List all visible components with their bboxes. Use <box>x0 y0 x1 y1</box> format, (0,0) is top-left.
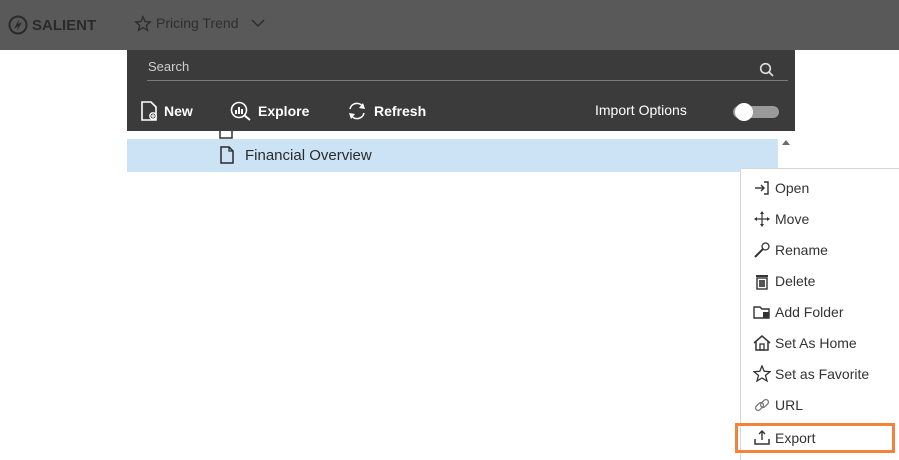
menu-item-label: Open <box>775 180 810 196</box>
refresh-icon <box>349 102 365 120</box>
menu-item-label: Delete <box>775 273 816 289</box>
menu-item-rename[interactable]: Rename <box>741 237 899 263</box>
salient-logo-icon <box>8 15 28 35</box>
toggle-knob <box>735 103 753 121</box>
search-underline <box>147 80 788 81</box>
export-icon <box>754 430 770 445</box>
brand-name: SALIENT <box>32 16 97 34</box>
explore-label: Explore <box>258 103 310 119</box>
menu-item-url[interactable]: URL <box>741 392 899 418</box>
import-options-label: Import Options <box>595 102 687 118</box>
menu-item-set-as-home[interactable]: Set As Home <box>741 330 899 356</box>
navigation-panel: Search New Explore Refresh Import Option… <box>127 50 795 131</box>
top-bar: SALIENT Pricing Trend <box>0 0 899 50</box>
tree-item-partial[interactable] <box>127 131 778 139</box>
menu-item-delete[interactable]: Delete <box>741 268 899 294</box>
home-icon <box>753 335 771 351</box>
menu-item-label: Rename <box>775 242 828 258</box>
refresh-button[interactable]: Refresh <box>346 99 426 123</box>
menu-item-label: Add Folder <box>775 304 844 320</box>
menu-item-export[interactable]: Export <box>735 423 895 453</box>
add-folder-icon <box>753 306 770 319</box>
move-icon <box>754 211 770 227</box>
chevron-down-icon[interactable] <box>251 18 265 28</box>
page-title[interactable]: Pricing Trend <box>156 15 238 31</box>
new-label: New <box>164 103 193 119</box>
menu-item-label: Set As Home <box>775 335 857 351</box>
delete-icon <box>756 275 768 290</box>
menu-item-label: Export <box>775 430 816 446</box>
explore-button[interactable]: Explore <box>230 99 309 123</box>
tree-item-label: Financial Overview <box>245 147 372 164</box>
import-options-toggle[interactable] <box>733 103 779 121</box>
menu-item-set-as-favorite[interactable]: Set as Favorite <box>741 361 899 387</box>
menu-item-label: Move <box>775 211 810 227</box>
refresh-label: Refresh <box>374 103 427 119</box>
menu-item-label: Set as Favorite <box>775 366 870 382</box>
context-menu: Open Move Rename Delete Add Folder Set A… <box>735 168 899 460</box>
star-icon <box>753 365 771 383</box>
document-icon <box>220 146 234 164</box>
document-icon <box>219 131 233 139</box>
explore-icon <box>230 101 251 121</box>
favorite-star-icon[interactable] <box>134 15 152 33</box>
scroll-up-arrow-icon[interactable] <box>782 140 790 145</box>
menu-item-open[interactable]: Open <box>741 175 899 201</box>
search-input[interactable]: Search <box>148 59 189 74</box>
new-button[interactable]: New <box>140 99 193 123</box>
search-icon[interactable] <box>759 62 775 78</box>
new-file-icon <box>141 101 157 121</box>
menu-item-add-folder[interactable]: Add Folder <box>741 299 899 325</box>
open-icon <box>755 181 769 195</box>
menu-item-move[interactable]: Move <box>741 206 899 232</box>
brand-logo[interactable]: SALIENT <box>8 14 96 36</box>
link-icon <box>754 398 770 412</box>
menu-item-label: URL <box>775 397 804 413</box>
tree-item-selected[interactable]: Financial Overview <box>127 139 778 172</box>
tree-scroll-area <box>127 131 778 139</box>
rename-icon <box>754 242 770 258</box>
